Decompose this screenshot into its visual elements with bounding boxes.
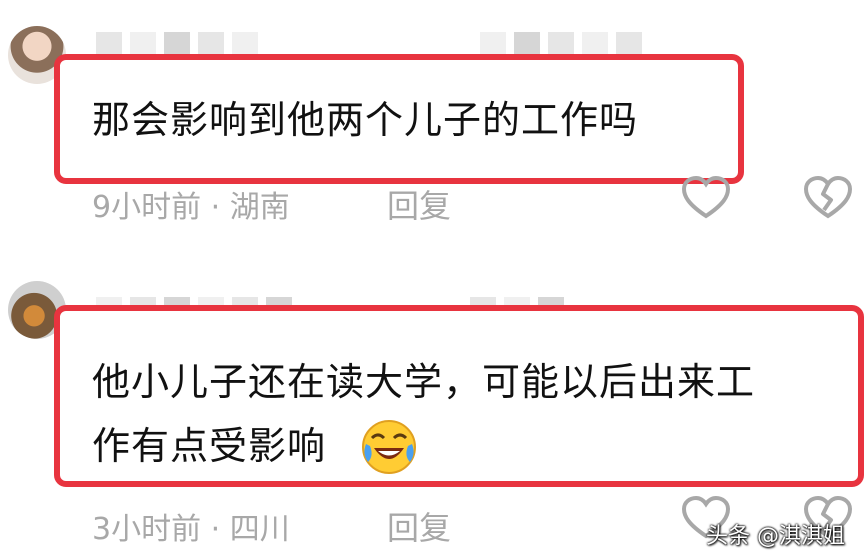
comment-item: 他小儿子还在读大学，可能以后出来工 作有点受影响 3小时前 · 四川 回复 bbox=[0, 0, 864, 560]
comment-text-line2: 作有点受影响 bbox=[92, 424, 327, 468]
laughing-crying-emoji-icon bbox=[362, 420, 416, 474]
reply-button[interactable]: 回复 bbox=[387, 503, 451, 549]
comment-text-line1: 他小儿子还在读大学，可能以后出来工 bbox=[92, 360, 756, 404]
comment-meta: 3小时前 · 四川 bbox=[92, 512, 290, 547]
watermark: 头条 @淇淇姐 bbox=[706, 524, 845, 549]
